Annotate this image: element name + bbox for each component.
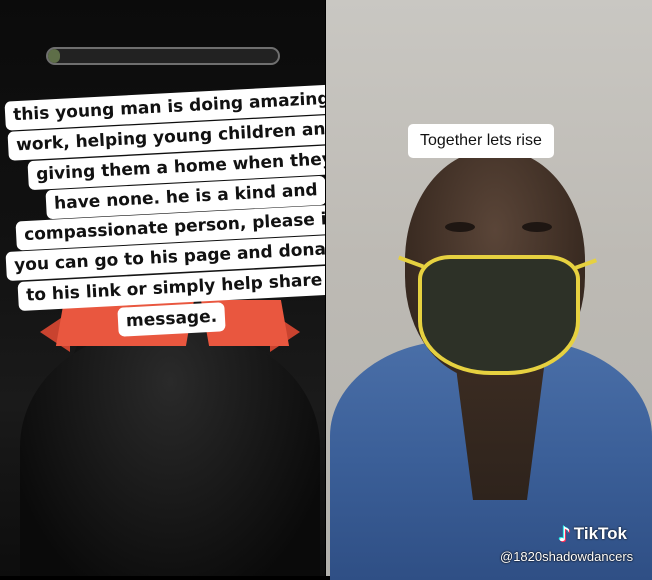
- tiktok-watermark: ♪ TikTok @1820shadowdancers: [500, 522, 648, 572]
- face-mask: [418, 255, 580, 375]
- man-eye-right: [522, 222, 552, 232]
- tiktok-brand-label: TikTok: [573, 524, 627, 543]
- tiktok-note-icon: ♪: [558, 522, 571, 546]
- person-body: [20, 330, 320, 576]
- right-caption: Together lets rise: [408, 124, 554, 158]
- tiktok-brand: ♪ TikTok: [558, 522, 627, 546]
- video-progress-fill: [48, 49, 60, 63]
- video-progress-bar[interactable]: [46, 47, 280, 65]
- caption-line: message.: [117, 302, 226, 337]
- man-eye-left: [445, 222, 475, 232]
- tiktok-handle[interactable]: @1820shadowdancers: [500, 549, 633, 564]
